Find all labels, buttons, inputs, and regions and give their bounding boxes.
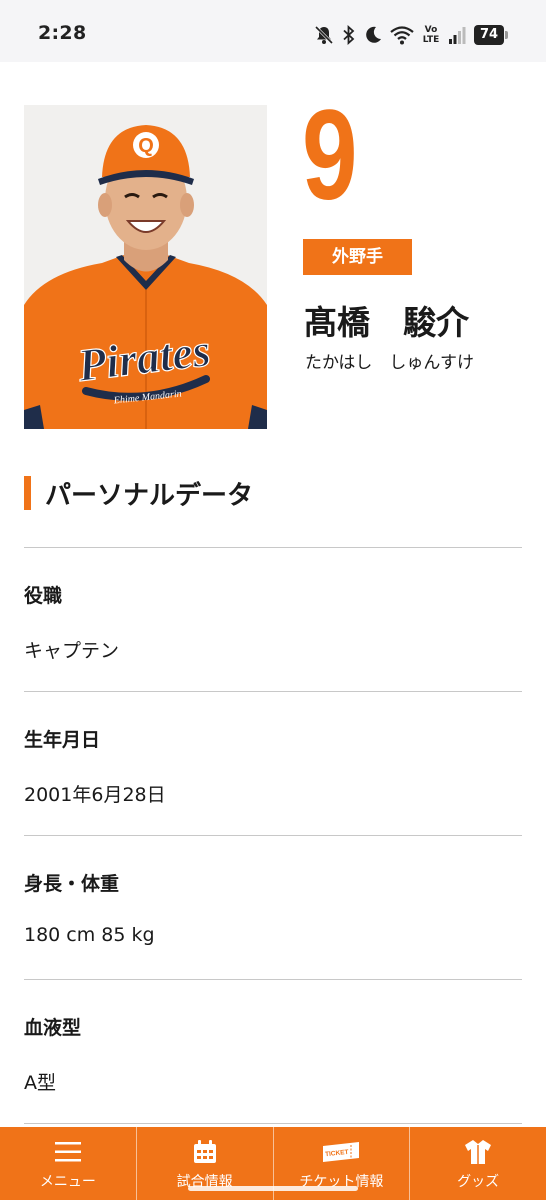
list-divider bbox=[24, 1123, 522, 1124]
data-row-blood-type: 血液型 A型 bbox=[24, 979, 522, 1123]
player-photo: Q Pirates Ehime Mandarin bbox=[24, 105, 267, 429]
volte-indicator: Vo LTE bbox=[422, 25, 440, 45]
player-name: 髙橋 駿介 bbox=[304, 303, 469, 342]
status-icons: Vo LTE 74 bbox=[314, 22, 508, 48]
section-title: パーソナルデータ bbox=[45, 480, 254, 511]
bluetooth-icon bbox=[343, 25, 355, 45]
data-label: 役職 bbox=[24, 585, 63, 607]
position-badge: 外野手 bbox=[303, 239, 412, 275]
data-value: 2001年6月28日 bbox=[24, 784, 166, 806]
cap-logo: Q bbox=[138, 135, 154, 157]
section-heading: パーソナルデータ bbox=[24, 476, 254, 511]
gesture-navigation-bar[interactable] bbox=[188, 1186, 358, 1191]
signal-icon bbox=[449, 27, 466, 44]
player-name-kana: たかはし しゅんすけ bbox=[305, 353, 474, 373]
battery-level: 74 bbox=[474, 25, 504, 45]
wifi-icon bbox=[390, 26, 414, 45]
personal-data-list: 役職 キャプテン 生年月日 2001年6月28日 身長・体重 180 cm 85… bbox=[24, 547, 522, 1124]
status-bar: 2:28 Vo LTE 74 bbox=[0, 0, 546, 62]
battery-icon: 74 bbox=[474, 25, 508, 45]
data-value: A型 bbox=[24, 1072, 56, 1094]
mute-bell-icon bbox=[314, 25, 334, 45]
ticket-icon: TICKET bbox=[323, 1142, 360, 1162]
data-row-birthdate: 生年月日 2001年6月28日 bbox=[24, 691, 522, 835]
data-label: 血液型 bbox=[24, 1017, 82, 1039]
nav-menu-button[interactable]: メニュー bbox=[0, 1127, 137, 1200]
uniform-number: 9 bbox=[302, 84, 358, 227]
nav-label: メニュー bbox=[39, 1174, 96, 1190]
calendar-icon bbox=[193, 1140, 216, 1163]
menu-icon bbox=[54, 1142, 81, 1162]
nav-label: グッズ bbox=[457, 1174, 500, 1190]
data-row-height-weight: 身長・体重 180 cm 85 kg bbox=[24, 835, 522, 979]
data-value: キャプテン bbox=[24, 640, 120, 662]
shirt-icon bbox=[465, 1140, 492, 1164]
data-value: 180 cm 85 kg bbox=[24, 924, 155, 946]
data-label: 生年月日 bbox=[24, 729, 101, 751]
moon-icon bbox=[366, 26, 381, 43]
data-row-role: 役職 キャプテン bbox=[24, 547, 522, 691]
heading-accent-bar bbox=[24, 476, 31, 510]
data-label: 身長・体重 bbox=[24, 873, 120, 895]
nav-goods-button[interactable]: グッズ bbox=[410, 1127, 546, 1200]
status-time: 2:28 bbox=[38, 22, 87, 44]
